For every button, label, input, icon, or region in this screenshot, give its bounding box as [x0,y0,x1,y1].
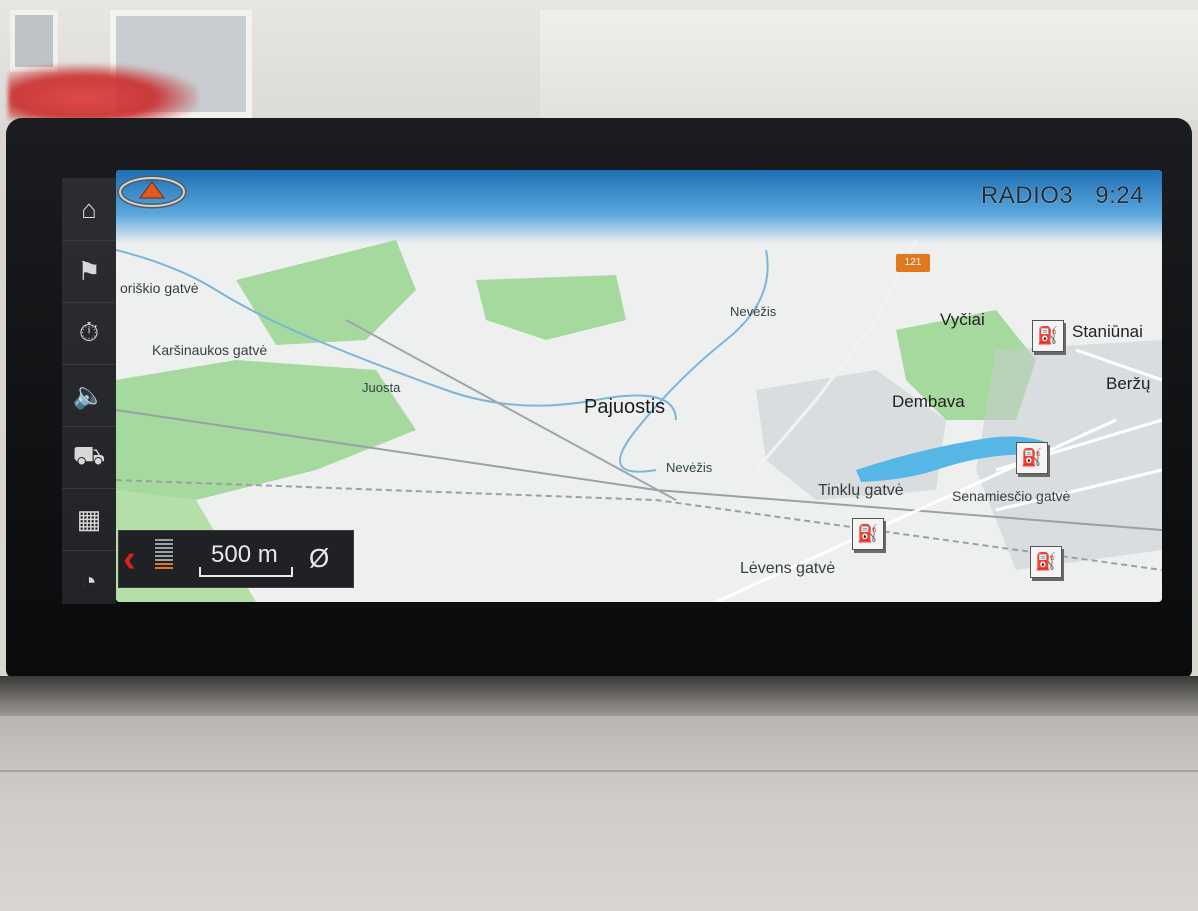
map-label-street: Tinklų gatvė [818,482,904,499]
map-label-street: Senamiesčio gatvė [952,488,1071,504]
scale-value: 500 m [211,541,278,568]
home-icon[interactable]: ⌂ [62,178,116,241]
scale-bracket [199,567,293,577]
traffic-icon[interactable]: ⛟ [62,426,116,489]
map-icon[interactable]: ▦ [62,488,116,551]
timer-icon[interactable]: ⏱ [62,302,116,365]
speaker-icon[interactable]: 🔈 [62,364,116,427]
map-label-river: Juosta [362,380,401,395]
compass-icon[interactable]: ◔ [62,550,116,612]
background-window [10,10,58,72]
map-label-street: oriškio gatvė [120,280,199,296]
radio-source: RADIO3 [980,182,1074,209]
dashboard-trim [0,676,1198,716]
dashboard-seam [0,770,1198,772]
fuel-station-icon[interactable]: ⛽ [1032,320,1064,352]
map-label-street: Lėvens gatvė [740,560,836,577]
map-label-town: Beržų [1106,374,1151,393]
map-label-river: Nevėžis [730,304,777,319]
chevron-left-icon[interactable]: ‹ [123,537,153,581]
clock: 9:24 [1095,182,1144,209]
auto-zoom-icon[interactable]: Ø [309,543,329,574]
map-label-town: Staniūnai [1072,322,1143,341]
fuel-station-icon[interactable]: ⛽ [852,518,884,550]
status-bar: RADIO3 9:24 [981,182,1144,210]
road-number-badge: 121 [896,254,930,272]
background-sign [8,64,198,120]
map-label-town: Vyčiai [940,310,985,329]
fuel-station-icon[interactable]: ⛽ [1030,546,1062,578]
side-menu: ⌂ ⚑ ⏱ 🔈 ⛟ ▦ ◔ [62,178,116,604]
map-label-river: Nevėžis [666,460,713,475]
vehicle-position-icon [117,175,187,209]
map-scale-control[interactable]: ‹ 500 m Ø [118,530,354,588]
map-label-town: Pajuostis [584,396,666,418]
fuel-station-icon[interactable]: ⛽ [1016,442,1048,474]
zoom-level-indicator [155,537,173,581]
map-label-street: Karšinaukos gatvė [152,342,268,358]
background-panel [540,10,1198,120]
dashboard [0,716,1198,911]
destination-flag-icon[interactable]: ⚑ [62,240,116,303]
map-label-town: Dembava [892,392,965,411]
